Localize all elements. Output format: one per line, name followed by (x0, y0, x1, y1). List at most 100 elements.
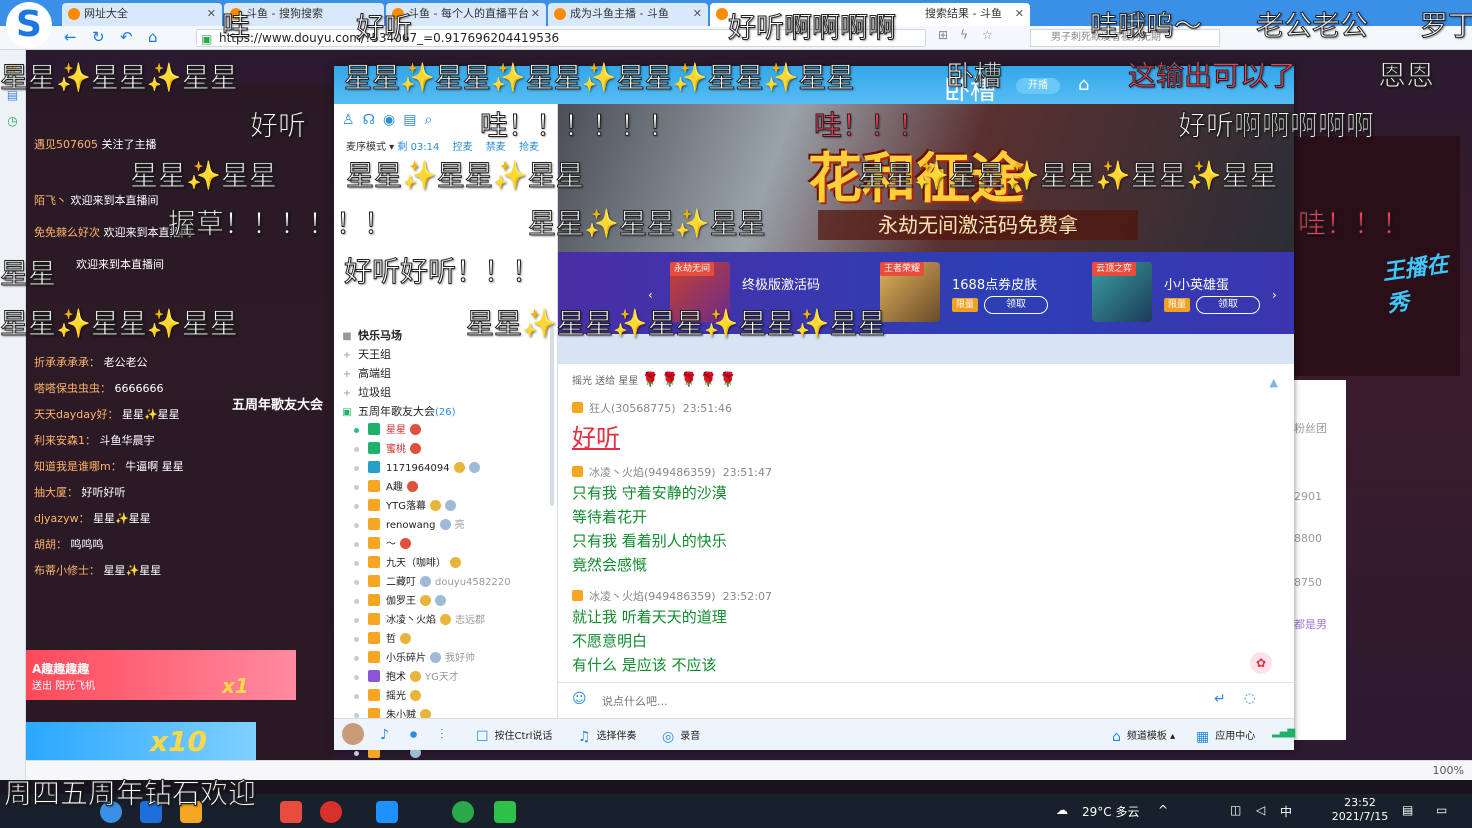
expand-icon[interactable]: + (342, 384, 352, 403)
tray-expand-icon[interactable]: ^ (1158, 803, 1168, 817)
member-row[interactable]: ～ (342, 535, 550, 554)
bolt-icon[interactable]: ϟ (960, 28, 968, 42)
member-row[interactable]: 星星 (342, 421, 550, 440)
fan-club-label[interactable]: 粉丝团 (1294, 420, 1327, 436)
promo-banner[interactable]: 花和征途 永劫无间激活码免费拿 (558, 104, 1294, 252)
browser-logo-icon[interactable]: S (6, 2, 52, 48)
search-icon[interactable]: ⌕ (424, 112, 440, 128)
network-icon[interactable]: ◫ (1230, 803, 1241, 817)
history-icon[interactable]: ◷ (0, 114, 25, 128)
member-row[interactable]: A趣 (342, 478, 550, 497)
browser-tab[interactable]: 斗鱼 - 搜狗搜索 (224, 3, 384, 26)
zoom-level[interactable]: 100% (1433, 764, 1464, 777)
prev-arrow-icon[interactable]: ‹ (648, 288, 653, 302)
scroll-up-icon[interactable]: ▲ (1270, 376, 1278, 389)
channel-template-button[interactable]: ⌂ 频道模板 ▴ (1112, 727, 1175, 745)
weather-text[interactable]: 29°C 多云 (1082, 803, 1139, 820)
expand-icon[interactable]: + (342, 346, 352, 365)
undo-icon[interactable]: ↶ (120, 28, 133, 46)
close-icon[interactable]: ✕ (1015, 3, 1024, 25)
user-icon[interactable]: ♙ (342, 112, 363, 128)
app-center-button[interactable]: ▦ 应用中心 (1196, 727, 1255, 745)
emoji-icon[interactable]: ☺ (572, 691, 587, 707)
flower-gift-icon[interactable]: ✿ (1250, 652, 1272, 674)
claim-button[interactable]: 领取 (984, 296, 1048, 314)
browser-tab[interactable]: 网址大全 ✕ (62, 3, 222, 26)
mode-label[interactable]: 麦序模式 (346, 142, 386, 153)
member-row[interactable]: 二藏叮 douyu4582220 (342, 573, 550, 592)
collapse-icon[interactable]: ■ (342, 327, 352, 346)
collapse-icon[interactable]: ▣ (342, 403, 352, 422)
mic-icon[interactable]: ⏺ (410, 727, 423, 743)
back-icon[interactable]: ← (64, 28, 77, 46)
expand-icon[interactable]: + (342, 365, 352, 384)
home-icon[interactable]: ⌂ (148, 28, 158, 46)
browser-tab[interactable]: 成为斗鱼主播 - 斗鱼 ✕ (548, 3, 708, 26)
push-to-talk-button[interactable]: ☐ 按住Ctrl说话 (476, 727, 552, 745)
accompaniment-button[interactable]: ♫ 选择伴奏 (578, 727, 637, 745)
member-row[interactable]: 小乐碎片 我好帅 (342, 649, 550, 668)
claim-button[interactable]: 领取 (1196, 296, 1260, 314)
member-row[interactable]: YTG落幕 (342, 497, 550, 516)
send-icon[interactable]: ↵ (1214, 691, 1226, 707)
member-row[interactable]: 哲 (342, 630, 550, 649)
tree-scrollbar[interactable] (550, 326, 554, 506)
member-row[interactable]: 九天（咖啡） (342, 554, 550, 573)
favorites-icon[interactable]: ★ (0, 62, 25, 76)
member-row[interactable]: 冰凌丶火焰 志远郡 (342, 611, 550, 630)
browser-tab[interactable]: 斗鱼 - 每个人的直播平台 ✕ (386, 3, 546, 26)
app-icon[interactable] (140, 801, 162, 823)
grid-icon[interactable]: ⊞ (938, 28, 948, 42)
refresh-icon[interactable]: ↻ (92, 28, 105, 46)
ime-indicator[interactable]: 中 (1280, 803, 1292, 820)
close-icon[interactable]: ✕ (207, 3, 216, 25)
next-arrow-icon[interactable]: › (1272, 288, 1277, 302)
member-row[interactable]: 抱术 YG天才 (342, 668, 550, 687)
badge-icon (400, 633, 411, 644)
search-input[interactable]: 男子刺死欺凌者被判无期 (1030, 29, 1220, 47)
weather-icon[interactable]: ☁ (1056, 803, 1068, 817)
volume-icon[interactable]: ◁ (1256, 803, 1265, 817)
channel-group[interactable]: ■ 快乐马场 (342, 326, 550, 345)
home-icon[interactable]: ⌂ (1078, 74, 1089, 95)
notes-icon[interactable]: ▤ (1402, 803, 1413, 817)
app-icon[interactable] (180, 801, 202, 823)
channel-group[interactable]: + 高端组 (342, 364, 550, 383)
member-row[interactable]: 蜜桃 (342, 440, 550, 459)
mode-op[interactable]: 禁麦 (486, 142, 506, 153)
member-row[interactable]: 伽罗王 (342, 592, 550, 611)
mode-op[interactable]: 控麦 (453, 142, 473, 153)
location-icon[interactable]: ◉ (383, 112, 403, 128)
url-field[interactable]: ▣ https://www.douyu.com/?534067_=0.91769… (196, 29, 926, 47)
member-row[interactable]: 1171964094 (342, 459, 550, 478)
clock-date: 2021/7/15 (1331, 810, 1389, 823)
system-clock[interactable]: 23:52 2021/7/15 (1330, 796, 1390, 824)
app-icon[interactable] (452, 801, 474, 823)
browser-tab-active[interactable]: 搜索结果 - 斗鱼 ✕ (710, 3, 1030, 26)
app-icon[interactable] (376, 801, 398, 823)
star-icon[interactable]: ☆ (982, 28, 993, 42)
chat-bubble-icon[interactable]: ◌ (1244, 691, 1255, 706)
app-icon[interactable] (320, 801, 342, 823)
chat-input[interactable] (602, 689, 1182, 713)
live-toggle[interactable]: 开播 (1016, 78, 1060, 94)
wechat-icon[interactable] (494, 801, 516, 823)
speaker-icon[interactable]: ♪ (380, 727, 395, 743)
close-icon[interactable]: ✕ (693, 3, 702, 25)
mode-op[interactable]: 抢麦 (519, 142, 539, 153)
channel-group[interactable]: + 天王组 (342, 345, 550, 364)
member-row[interactable]: 摇光 (342, 687, 550, 706)
member-row[interactable]: renowang 亮 (342, 516, 550, 535)
app-icon[interactable] (280, 801, 302, 823)
notification-icon[interactable]: ▭ (1436, 803, 1447, 817)
close-icon[interactable]: ✕ (531, 3, 540, 25)
channel-group[interactable]: + 垃圾组 (342, 383, 550, 402)
avatar[interactable] (342, 723, 364, 745)
channel-group-active[interactable]: ▣ 五周年歌友大会(26) (342, 402, 550, 421)
record-button[interactable]: ◎ 录音 (662, 727, 700, 745)
browser-app-icon[interactable] (100, 801, 122, 823)
headset-icon[interactable]: ☊ (363, 112, 383, 128)
board-icon[interactable]: ▤ (403, 112, 424, 128)
reader-icon[interactable]: ▤ (0, 88, 25, 102)
mixer-icon[interactable]: ⫶ (440, 727, 450, 743)
